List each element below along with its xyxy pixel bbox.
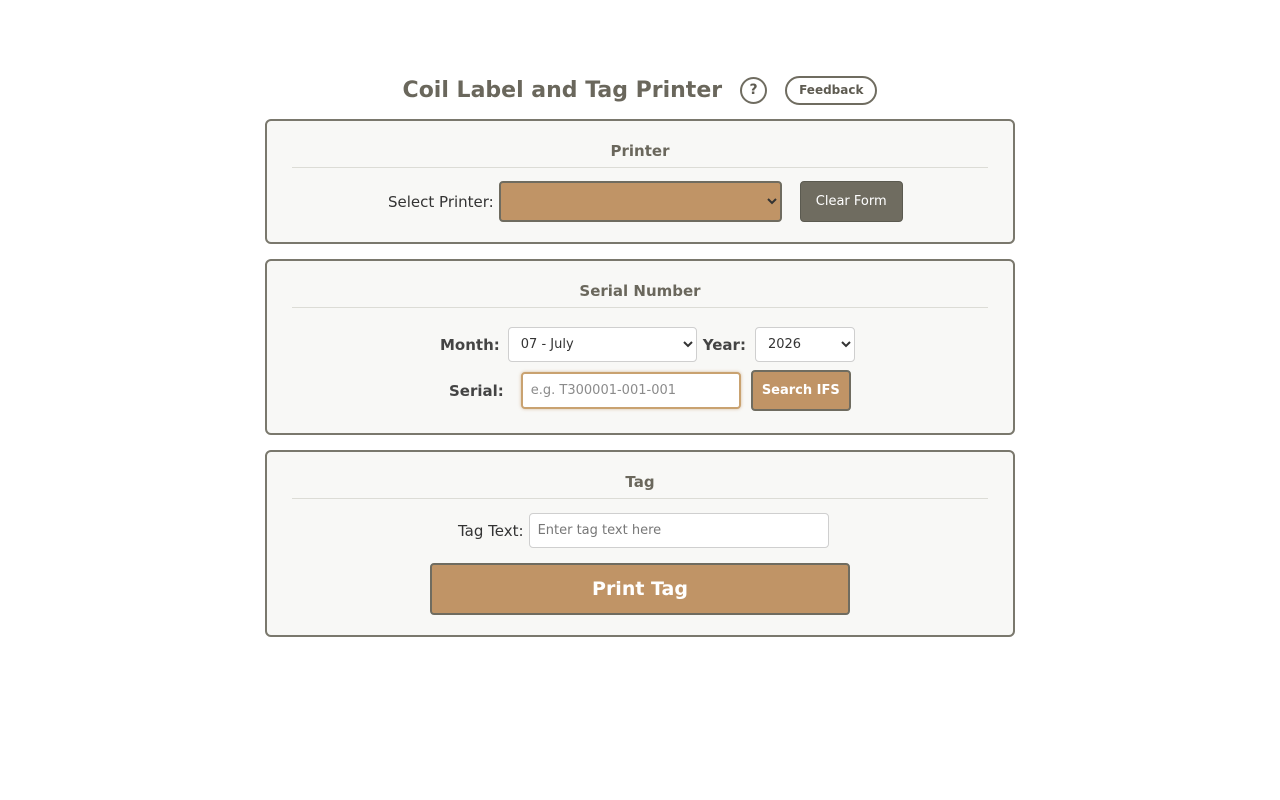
- serial-input[interactable]: [520, 372, 741, 409]
- search-ifs-button[interactable]: Search IFS: [750, 370, 851, 411]
- printer-card: Printer Select Printer: Clear Form: [265, 119, 1015, 244]
- tag-card: Tag Tag Text: Print Tag: [265, 450, 1015, 637]
- select-printer-label: Select Printer:: [388, 192, 494, 211]
- month-year-row: Month: 07 - July Year: 2026: [440, 327, 855, 362]
- clear-form-button[interactable]: Clear Form: [799, 181, 903, 222]
- tag-text-row: Tag Text:: [458, 513, 829, 548]
- year-label: Year:: [702, 335, 746, 354]
- year-select[interactable]: 2026: [754, 327, 855, 362]
- page: Coil Label and Tag Printer ? Feedback Pr…: [0, 0, 1280, 800]
- printer-card-title: Printer: [292, 142, 988, 168]
- page-title: Coil Label and Tag Printer: [402, 77, 723, 103]
- header: Coil Label and Tag Printer ? Feedback: [0, 70, 1280, 110]
- month-label: Month:: [440, 335, 500, 354]
- tag-card-title: Tag: [292, 473, 988, 499]
- serial-card-title: Serial Number: [292, 282, 988, 308]
- printer-row: Select Printer: Clear Form: [388, 181, 903, 222]
- tag-text-label: Tag Text:: [458, 521, 524, 540]
- serial-label: Serial:: [449, 381, 504, 400]
- serial-row: Serial: Search IFS: [449, 370, 851, 411]
- serial-card: Serial Number Month: 07 - July Year: 202…: [265, 259, 1015, 435]
- feedback-button[interactable]: Feedback: [785, 75, 878, 105]
- tag-text-input[interactable]: [528, 513, 829, 548]
- print-tag-button[interactable]: Print Tag: [430, 563, 850, 615]
- month-select[interactable]: 07 - July: [507, 327, 697, 362]
- help-button[interactable]: ?: [740, 76, 768, 104]
- printer-select[interactable]: [498, 181, 782, 222]
